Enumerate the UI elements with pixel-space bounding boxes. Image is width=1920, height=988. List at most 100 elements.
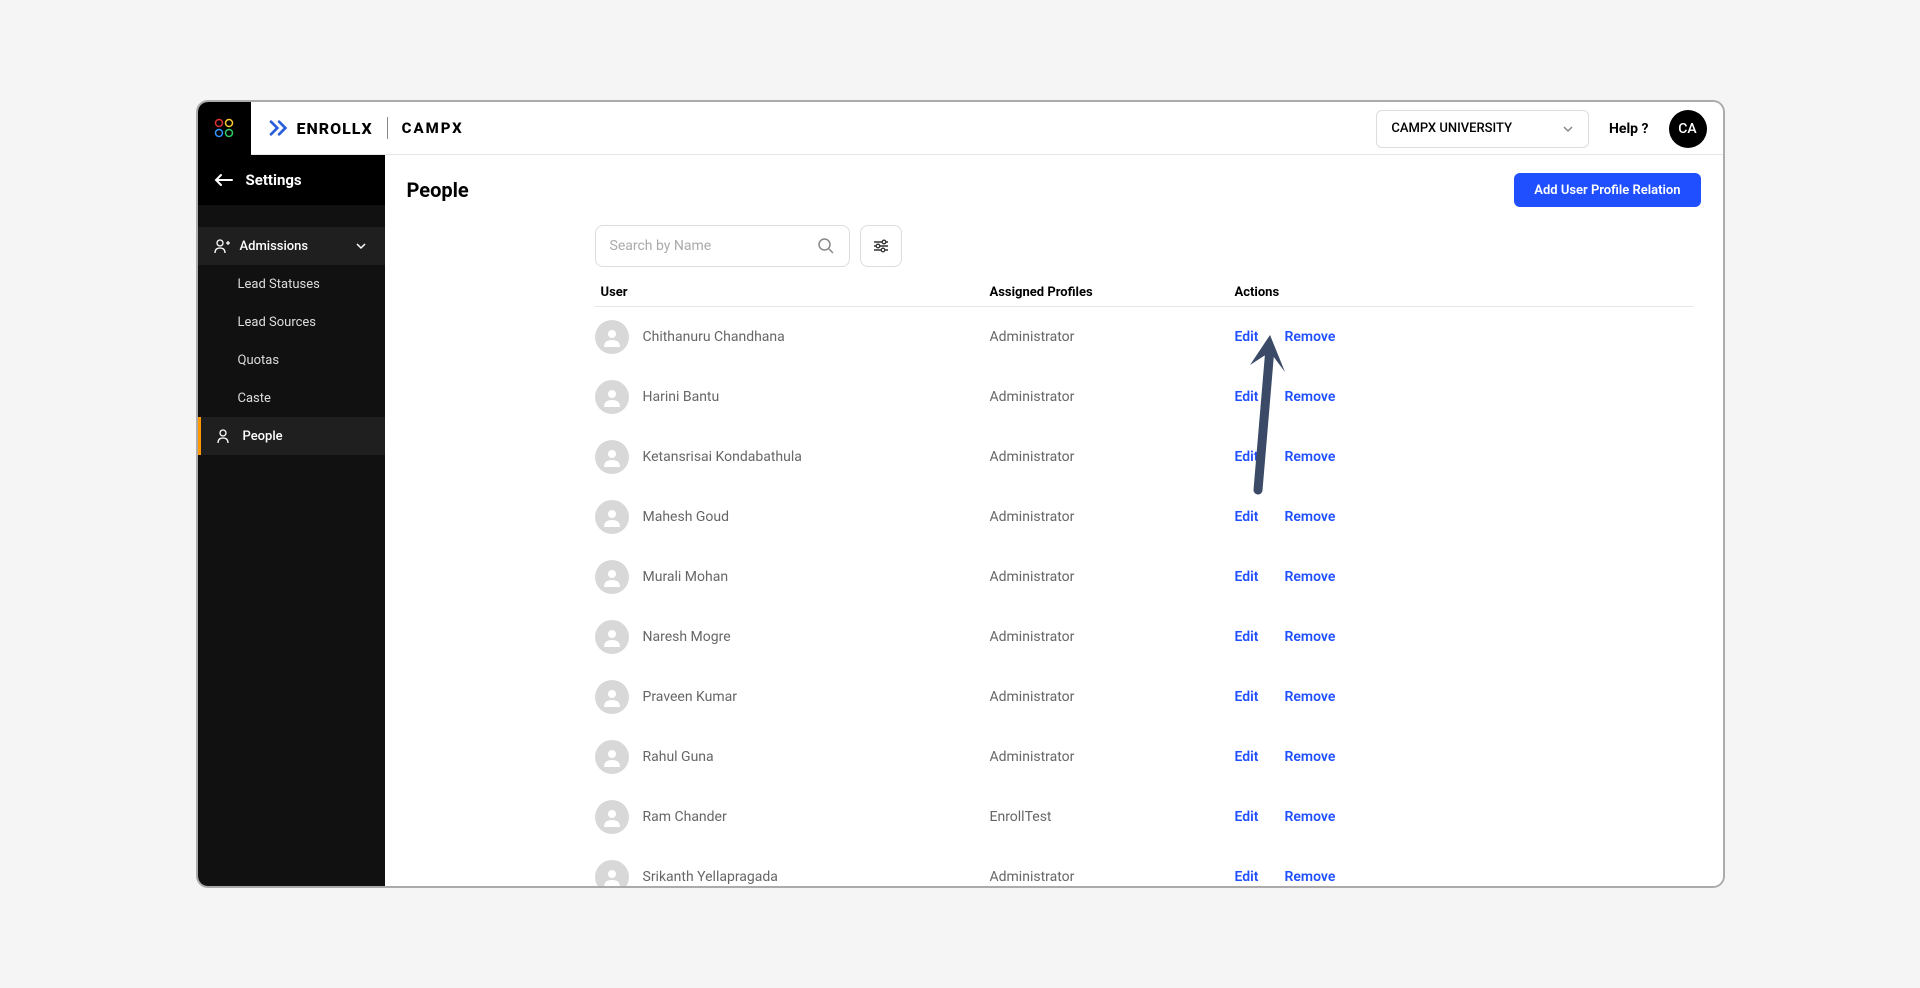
column-actions: Actions <box>1235 285 1693 300</box>
user-name: Harini Bantu <box>643 389 720 405</box>
column-user: User <box>595 285 990 300</box>
edit-link[interactable]: Edit <box>1235 449 1259 465</box>
remove-link[interactable]: Remove <box>1285 449 1336 465</box>
settings-label: Settings <box>246 171 302 189</box>
column-profiles: Assigned Profiles <box>990 285 1235 300</box>
profile-cell: Administrator <box>990 869 1235 885</box>
sidebar-item-lead-statuses[interactable]: Lead Statuses <box>198 265 385 303</box>
table-row: Ketansrisai Kondabathula AdministratorEdi… <box>595 427 1693 487</box>
remove-link[interactable]: Remove <box>1285 629 1336 645</box>
profile-cell: Administrator <box>990 509 1235 525</box>
sidebar-item-admissions[interactable]: Admissions <box>198 227 385 265</box>
user-name: Ketansrisai Kondabathula <box>643 449 802 465</box>
profile-cell: Administrator <box>990 329 1235 345</box>
table-row: Chithanuru Chandhana AdministratorEdit Rem… <box>595 307 1693 367</box>
user-avatar-icon <box>595 500 629 534</box>
logo-enrollx-text: ENROLLX <box>297 119 373 138</box>
table-row: Srikanth YellapragadaAdministratorEdit Re… <box>595 847 1693 886</box>
edit-link[interactable]: Edit <box>1235 629 1259 645</box>
edit-link[interactable]: Edit <box>1235 869 1259 885</box>
user-name: Murali Mohan <box>643 569 729 585</box>
table-row: Praveen KumarAdministratorEdit Remove <box>595 667 1693 727</box>
actions-cell: Edit Remove <box>1235 869 1693 885</box>
user-cell: Chithanuru Chandhana <box>595 320 990 354</box>
org-select[interactable]: CAMPX UNIVERSITY <box>1376 110 1589 148</box>
edit-link[interactable]: Edit <box>1235 809 1259 825</box>
avatar[interactable]: CA <box>1669 110 1707 148</box>
profile-cell: Administrator <box>990 389 1235 405</box>
user-cell: Naresh Mogre <box>595 620 990 654</box>
admissions-label: Admissions <box>240 239 309 254</box>
search-input[interactable] <box>610 238 809 254</box>
logo-area: ENROLLX CAMPX <box>251 117 482 139</box>
actions-cell: Edit Remove <box>1235 449 1693 465</box>
edit-link[interactable]: Edit <box>1235 749 1259 765</box>
remove-link[interactable]: Remove <box>1285 749 1336 765</box>
user-avatar-icon <box>595 560 629 594</box>
user-cell: Harini Bantu <box>595 380 990 414</box>
logo-enrollx[interactable]: ENROLLX <box>269 119 373 138</box>
actions-cell: Edit Remove <box>1235 689 1693 705</box>
user-plus-icon <box>214 238 230 254</box>
user-avatar-icon <box>595 860 629 886</box>
table-row: Rahul GunaAdministratorEditRemove <box>595 727 1693 787</box>
user-name: Chithanuru Chandhana <box>643 329 785 345</box>
sidebar-item-people[interactable]: People <box>198 417 385 455</box>
people-label: People <box>243 429 283 444</box>
profile-cell: Administrator <box>990 629 1235 645</box>
table-row: Naresh Mogre AdministratorEdit Remove <box>595 607 1693 667</box>
add-user-profile-relation-button[interactable]: Add User Profile Relation <box>1514 173 1700 207</box>
filter-button[interactable] <box>860 225 902 267</box>
user-avatar-icon <box>595 680 629 714</box>
chevron-down-icon <box>355 240 367 252</box>
sliders-icon <box>872 237 890 255</box>
user-cell: Praveen Kumar <box>595 680 990 714</box>
edit-link[interactable]: Edit <box>1235 689 1259 705</box>
profile-cell: Administrator <box>990 449 1235 465</box>
user-icon <box>217 428 233 444</box>
settings-back[interactable]: Settings <box>198 155 385 205</box>
actions-cell: Edit Remove <box>1235 629 1693 645</box>
profile-cell: Administrator <box>990 689 1235 705</box>
edit-link[interactable]: Edit <box>1235 509 1259 525</box>
user-name: Ram Chander <box>643 809 727 825</box>
sidebar-item-quotas[interactable]: Quotas <box>198 341 385 379</box>
sidebar-item-caste[interactable]: Caste <box>198 379 385 417</box>
search-icon <box>817 237 835 255</box>
remove-link[interactable]: Remove <box>1285 809 1336 825</box>
top-bar: ENROLLX CAMPX CAMPX UNIVERSITY Help ? CA <box>198 102 1723 155</box>
remove-link[interactable]: Remove <box>1285 329 1336 345</box>
user-cell: Murali Mohan <box>595 560 990 594</box>
sidebar-item-lead-sources[interactable]: Lead Sources <box>198 303 385 341</box>
user-avatar-icon <box>595 620 629 654</box>
user-cell: Srikanth Yellapragada <box>595 860 990 886</box>
help-link[interactable]: Help ? <box>1609 121 1648 137</box>
user-cell: Ketansrisai Kondabathula <box>595 440 990 474</box>
logo-campx[interactable]: CAMPX <box>402 119 464 137</box>
edit-link[interactable]: Edit <box>1235 569 1259 585</box>
arrow-left-icon <box>214 172 234 188</box>
user-cell: Mahesh Goud <box>595 500 990 534</box>
remove-link[interactable]: Remove <box>1285 509 1336 525</box>
edit-link[interactable]: Edit <box>1235 389 1259 405</box>
actions-cell: Edit Remove <box>1235 389 1693 405</box>
remove-link[interactable]: Remove <box>1285 869 1336 885</box>
search-box[interactable] <box>595 225 850 267</box>
table-row: Ram ChanderEnrollTestEditRemove <box>595 787 1693 847</box>
actions-cell: Edit Remove <box>1235 329 1693 345</box>
user-avatar-icon <box>595 740 629 774</box>
sidebar: Settings Admissions Lead Statuses Lead S… <box>198 155 385 886</box>
chevrons-icon <box>269 119 291 137</box>
page-title: People <box>407 178 469 202</box>
user-avatar-icon <box>595 440 629 474</box>
user-name: Naresh Mogre <box>643 629 731 645</box>
table-row: Mahesh GoudAdministratorEdit Remove <box>595 487 1693 547</box>
remove-link[interactable]: Remove <box>1285 569 1336 585</box>
remove-link[interactable]: Remove <box>1285 389 1336 405</box>
table-header: User Assigned Profiles Actions <box>595 279 1693 307</box>
remove-link[interactable]: Remove <box>1285 689 1336 705</box>
edit-link[interactable]: Edit <box>1235 329 1259 345</box>
app-grid-icon[interactable] <box>198 102 251 155</box>
main-content: People Add User Profile Relation <box>385 155 1723 886</box>
user-avatar-icon <box>595 320 629 354</box>
